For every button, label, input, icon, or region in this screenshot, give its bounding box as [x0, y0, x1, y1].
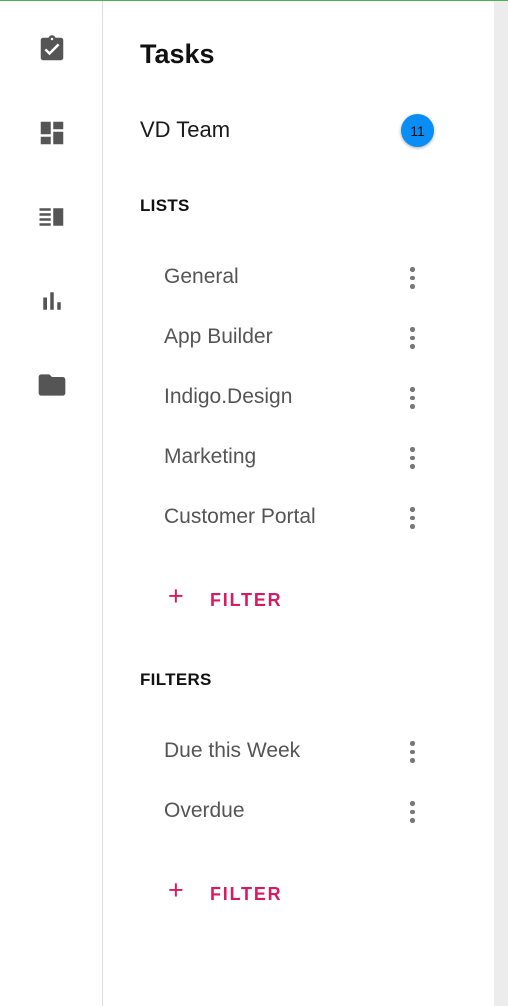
list-item-customer-portal[interactable]: Customer Portal: [164, 498, 429, 538]
filters-header: FILTERS: [140, 670, 212, 689]
list-item-general[interactable]: General: [164, 258, 429, 298]
add-list-filter-button[interactable]: + FILTER: [168, 581, 298, 615]
more-vert-icon[interactable]: [405, 740, 419, 764]
more-vert-icon[interactable]: [405, 266, 419, 290]
view-list-icon: [37, 202, 67, 232]
page-title: Tasks: [140, 39, 215, 69]
more-vert-icon[interactable]: [405, 446, 419, 470]
team-name[interactable]: VD Team: [140, 117, 230, 143]
dashboard-icon: [37, 118, 67, 148]
list-item-marketing[interactable]: Marketing: [164, 438, 429, 478]
team-count-badge: 11: [401, 114, 434, 147]
more-vert-icon[interactable]: [405, 506, 419, 530]
list-item-label: Indigo.Design: [164, 385, 293, 408]
nav-files[interactable]: [34, 367, 70, 403]
filter-item-due-this-week[interactable]: Due this Week: [164, 732, 429, 772]
lists-header: LISTS: [140, 196, 190, 215]
more-vert-icon[interactable]: [405, 326, 419, 350]
list-item-label: Marketing: [164, 445, 257, 468]
filter-item-label: Due this Week: [164, 739, 301, 762]
add-filter-button[interactable]: + FILTER: [168, 875, 298, 909]
more-vert-icon[interactable]: [405, 386, 419, 410]
list-item-indigo-design[interactable]: Indigo.Design: [164, 378, 429, 418]
clipboard-check-icon: [37, 34, 67, 64]
plus-icon: +: [168, 875, 184, 905]
folder-icon: [36, 369, 68, 401]
list-item-label: App Builder: [164, 325, 273, 348]
scrollbar[interactable]: [494, 1, 508, 1006]
add-filter-label: FILTER: [210, 590, 283, 610]
list-item-label: Customer Portal: [164, 505, 316, 528]
nav-reports[interactable]: [34, 283, 70, 319]
filter-item-label: Overdue: [164, 799, 245, 822]
tasks-panel: Tasks VD Team 11 LISTS General App Build…: [104, 1, 494, 1006]
nav-tasks[interactable]: [34, 31, 70, 67]
nav-rail: [0, 1, 103, 1006]
filter-item-overdue[interactable]: Overdue: [164, 792, 429, 832]
nav-dashboard[interactable]: [34, 115, 70, 151]
bar-chart-icon: [37, 286, 67, 316]
more-vert-icon[interactable]: [405, 800, 419, 824]
nav-lists[interactable]: [34, 199, 70, 235]
plus-icon: +: [168, 581, 184, 611]
list-item-app-builder[interactable]: App Builder: [164, 318, 429, 358]
list-item-label: General: [164, 265, 239, 288]
add-filter-label: FILTER: [210, 884, 283, 904]
